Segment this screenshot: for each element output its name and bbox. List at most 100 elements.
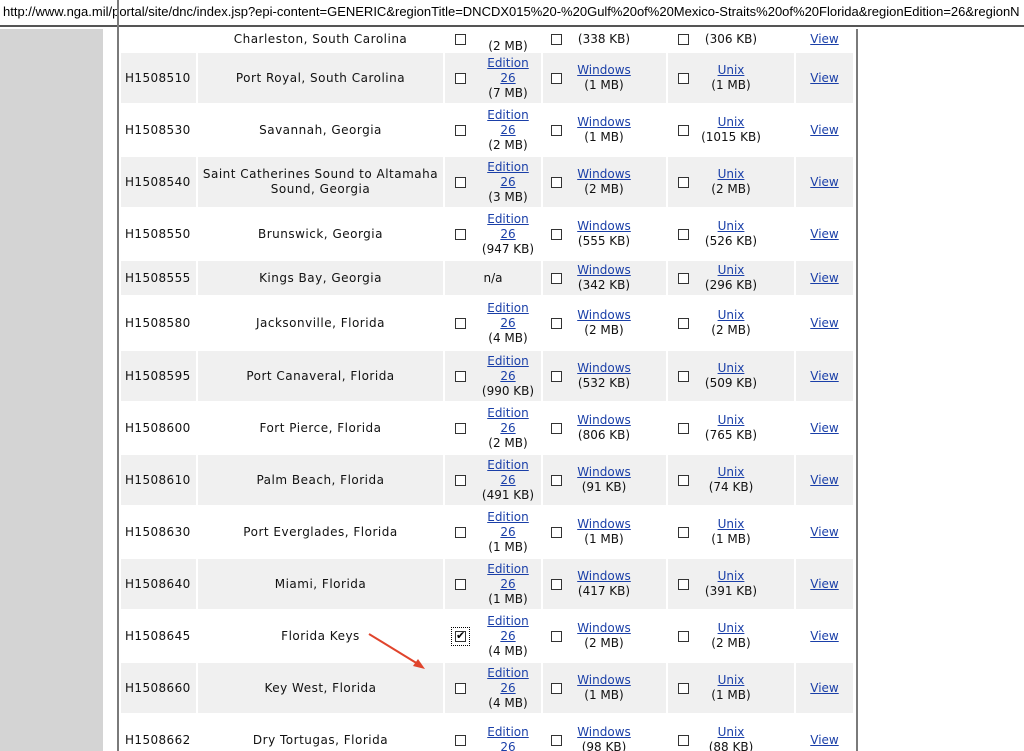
edition-checkbox[interactable] — [455, 228, 466, 240]
view-link[interactable]: View — [810, 32, 838, 47]
edition-checkbox[interactable] — [455, 317, 466, 329]
unix-checkbox[interactable] — [678, 72, 689, 84]
windows-checkbox[interactable] — [551, 370, 562, 382]
windows-checkbox[interactable] — [551, 578, 562, 590]
unix-link[interactable]: Unix — [718, 308, 745, 323]
windows-link[interactable]: Windows — [577, 115, 631, 130]
edition-checkbox[interactable] — [451, 626, 470, 646]
unix-link[interactable]: Unix — [718, 725, 745, 740]
unix-checkbox[interactable] — [678, 124, 689, 136]
edition-checkbox[interactable] — [455, 33, 466, 45]
unix-link[interactable]: Unix — [718, 569, 745, 584]
edition-checkbox[interactable] — [455, 526, 466, 538]
windows-link[interactable]: Windows — [577, 413, 631, 428]
edition-link[interactable]: Edition 26 — [487, 212, 529, 242]
windows-checkbox[interactable] — [551, 176, 562, 188]
edition-link[interactable]: Edition 26 — [487, 562, 529, 592]
edition-link[interactable]: Edition 26 — [487, 160, 529, 190]
windows-link[interactable]: Windows — [577, 167, 631, 182]
edition-link[interactable]: Edition 26 — [487, 510, 529, 540]
unix-checkbox[interactable] — [678, 578, 689, 590]
unix-checkbox[interactable] — [678, 272, 689, 284]
unix-checkbox[interactable] — [678, 176, 689, 188]
edition-link[interactable]: Edition 26 — [487, 301, 529, 331]
view-link[interactable]: View — [810, 71, 838, 86]
view-link[interactable]: View — [810, 629, 838, 644]
unix-checkbox[interactable] — [678, 317, 689, 329]
unix-link[interactable]: Unix — [718, 361, 745, 376]
edition-checkbox[interactable] — [455, 578, 466, 590]
view-link[interactable]: View — [810, 577, 838, 592]
unix-checkbox[interactable] — [678, 33, 689, 45]
edition-checkbox[interactable] — [455, 370, 466, 382]
windows-link[interactable]: Windows — [577, 308, 631, 323]
edition-link[interactable]: Edition 26 — [487, 666, 529, 696]
unix-checkbox[interactable] — [678, 474, 689, 486]
windows-checkbox[interactable] — [551, 474, 562, 486]
unix-checkbox[interactable] — [678, 526, 689, 538]
unix-checkbox[interactable] — [678, 228, 689, 240]
windows-link[interactable]: Windows — [577, 621, 631, 636]
unix-link[interactable]: Unix — [718, 673, 745, 688]
windows-checkbox[interactable] — [551, 422, 562, 434]
windows-checkbox[interactable] — [551, 72, 562, 84]
edition-link[interactable]: Edition 26 — [487, 406, 529, 436]
windows-link[interactable]: Windows — [577, 673, 631, 688]
edition-checkbox[interactable] — [455, 72, 466, 84]
unix-link[interactable]: Unix — [718, 63, 745, 78]
unix-checkbox[interactable] — [678, 630, 689, 642]
view-link[interactable]: View — [810, 681, 838, 696]
windows-link[interactable]: Windows — [577, 63, 631, 78]
windows-checkbox[interactable] — [551, 272, 562, 284]
windows-link[interactable]: Windows — [577, 219, 631, 234]
unix-link[interactable]: Unix — [718, 517, 745, 532]
edition-link[interactable]: Edition 26 — [487, 614, 529, 644]
view-link[interactable]: View — [810, 369, 838, 384]
windows-checkbox[interactable] — [551, 317, 562, 329]
unix-link[interactable]: Unix — [718, 263, 745, 278]
view-link[interactable]: View — [810, 271, 838, 286]
view-link[interactable]: View — [810, 175, 838, 190]
windows-checkbox[interactable] — [551, 630, 562, 642]
view-link[interactable]: View — [810, 316, 838, 331]
view-link[interactable]: View — [810, 421, 838, 436]
windows-checkbox[interactable] — [551, 526, 562, 538]
view-link[interactable]: View — [810, 227, 838, 242]
windows-link[interactable]: Windows — [577, 361, 631, 376]
windows-checkbox[interactable] — [551, 734, 562, 746]
unix-checkbox[interactable] — [678, 734, 689, 746]
edition-checkbox[interactable] — [455, 124, 466, 136]
windows-link[interactable]: Windows — [577, 569, 631, 584]
unix-checkbox[interactable] — [678, 422, 689, 434]
windows-link[interactable]: Windows — [577, 517, 631, 532]
unix-link[interactable]: Unix — [718, 621, 745, 636]
edition-checkbox[interactable] — [455, 474, 466, 486]
windows-checkbox[interactable] — [551, 682, 562, 694]
edition-link[interactable]: Edition 26 — [487, 458, 529, 488]
edition-checkbox[interactable] — [455, 682, 466, 694]
unix-link[interactable]: Unix — [718, 413, 745, 428]
unix-link[interactable]: Unix — [718, 167, 745, 182]
windows-checkbox[interactable] — [551, 228, 562, 240]
unix-link[interactable]: Unix — [718, 115, 745, 130]
edition-link[interactable]: Edition 26 — [487, 354, 529, 384]
unix-checkbox[interactable] — [678, 682, 689, 694]
unix-checkbox[interactable] — [678, 370, 689, 382]
edition-link[interactable]: Edition 26 — [487, 725, 529, 751]
windows-link[interactable]: Windows — [577, 465, 631, 480]
view-link[interactable]: View — [810, 525, 838, 540]
unix-link[interactable]: Unix — [718, 465, 745, 480]
edition-checkbox[interactable] — [455, 422, 466, 434]
view-link[interactable]: View — [810, 733, 838, 748]
view-link[interactable]: View — [810, 123, 838, 138]
edition-checkbox[interactable] — [455, 176, 466, 188]
view-link[interactable]: View — [810, 473, 838, 488]
windows-checkbox[interactable] — [551, 124, 562, 136]
windows-link[interactable]: Windows — [577, 263, 631, 278]
edition-link[interactable]: Edition 26 — [487, 108, 529, 138]
windows-checkbox[interactable] — [551, 33, 562, 45]
windows-link[interactable]: Windows — [577, 725, 631, 740]
unix-link[interactable]: Unix — [718, 219, 745, 234]
edition-checkbox[interactable] — [455, 734, 466, 746]
edition-link[interactable]: Edition 26 — [487, 56, 529, 86]
